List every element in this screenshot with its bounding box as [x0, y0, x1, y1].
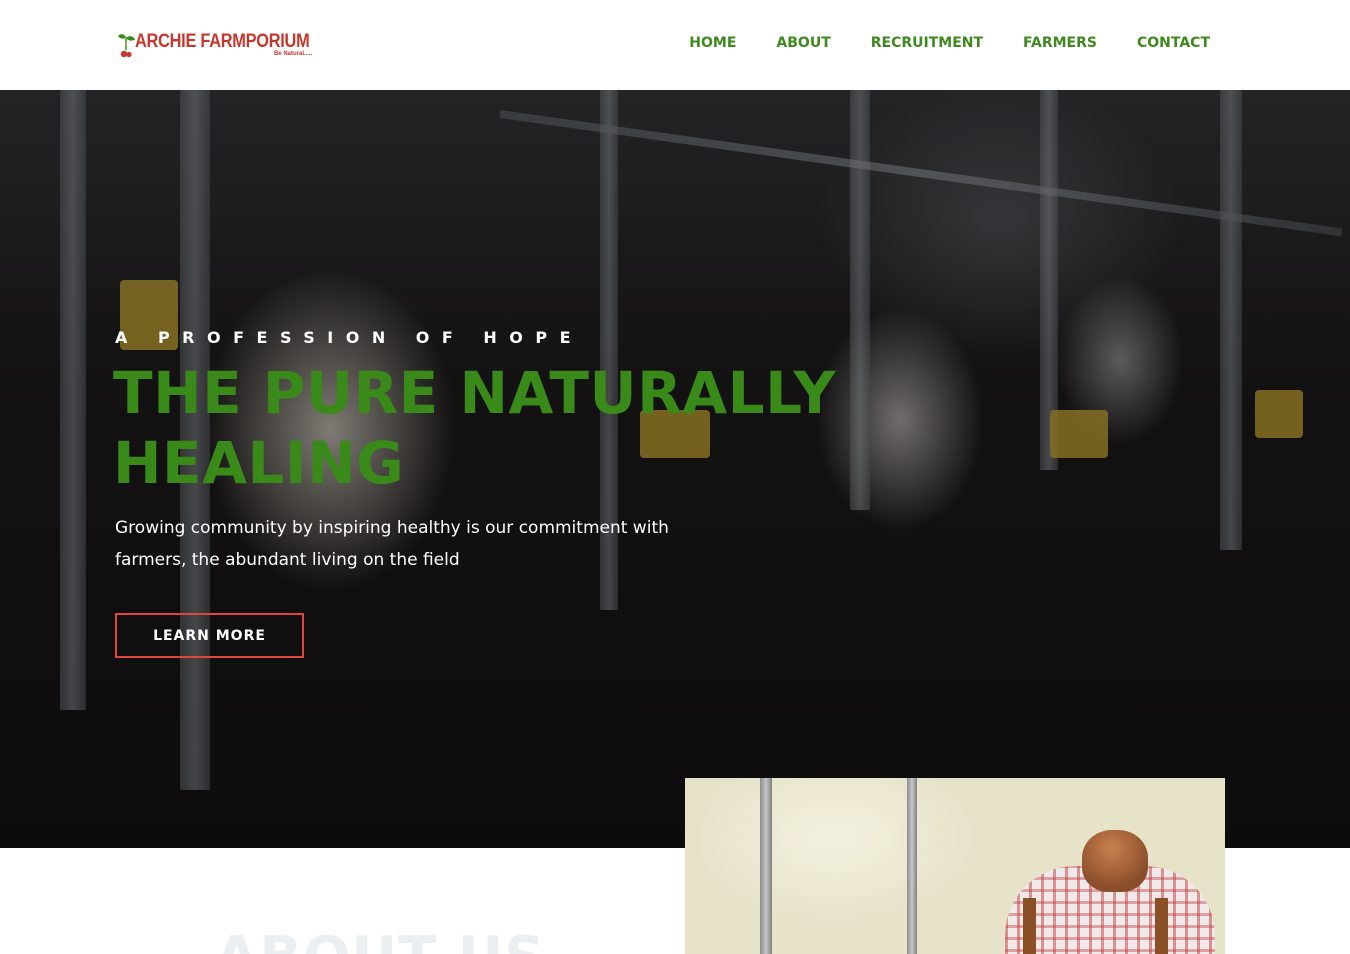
about-ghost-heading: ABOUT US: [215, 925, 546, 954]
logo-brand-text: ARCHIE FARMPORIUM: [135, 31, 310, 52]
about-farmer-image: [685, 778, 1225, 954]
hero-section: A PROFESSION OF HOPE THE PURE NATURALLY …: [0, 90, 1350, 848]
hero-eyebrow: A PROFESSION OF HOPE: [115, 328, 584, 347]
logo-tagline: Be Natural.....: [274, 51, 313, 57]
nav-farmers[interactable]: FARMERS: [1023, 35, 1097, 51]
site-header: ARCHIE FARMPORIUM Be Natural..... HOME A…: [0, 0, 1350, 90]
hero-subtext: Growing community by inspiring healthy i…: [115, 518, 669, 570]
hero-headline: THE PURE NATURALLY HEALING: [113, 359, 837, 497]
nav-contact[interactable]: CONTACT: [1137, 35, 1210, 51]
learn-more-button[interactable]: LEARN MORE: [115, 613, 304, 658]
leaf-logo-icon: [118, 34, 135, 58]
site-logo[interactable]: ARCHIE FARMPORIUM Be Natural.....: [115, 28, 320, 62]
main-nav: HOME ABOUT RECRUITMENT FARMERS CONTACT: [689, 35, 1210, 51]
nav-recruitment[interactable]: RECRUITMENT: [871, 35, 983, 51]
nav-about[interactable]: ABOUT: [776, 35, 830, 51]
nav-home[interactable]: HOME: [689, 35, 736, 51]
